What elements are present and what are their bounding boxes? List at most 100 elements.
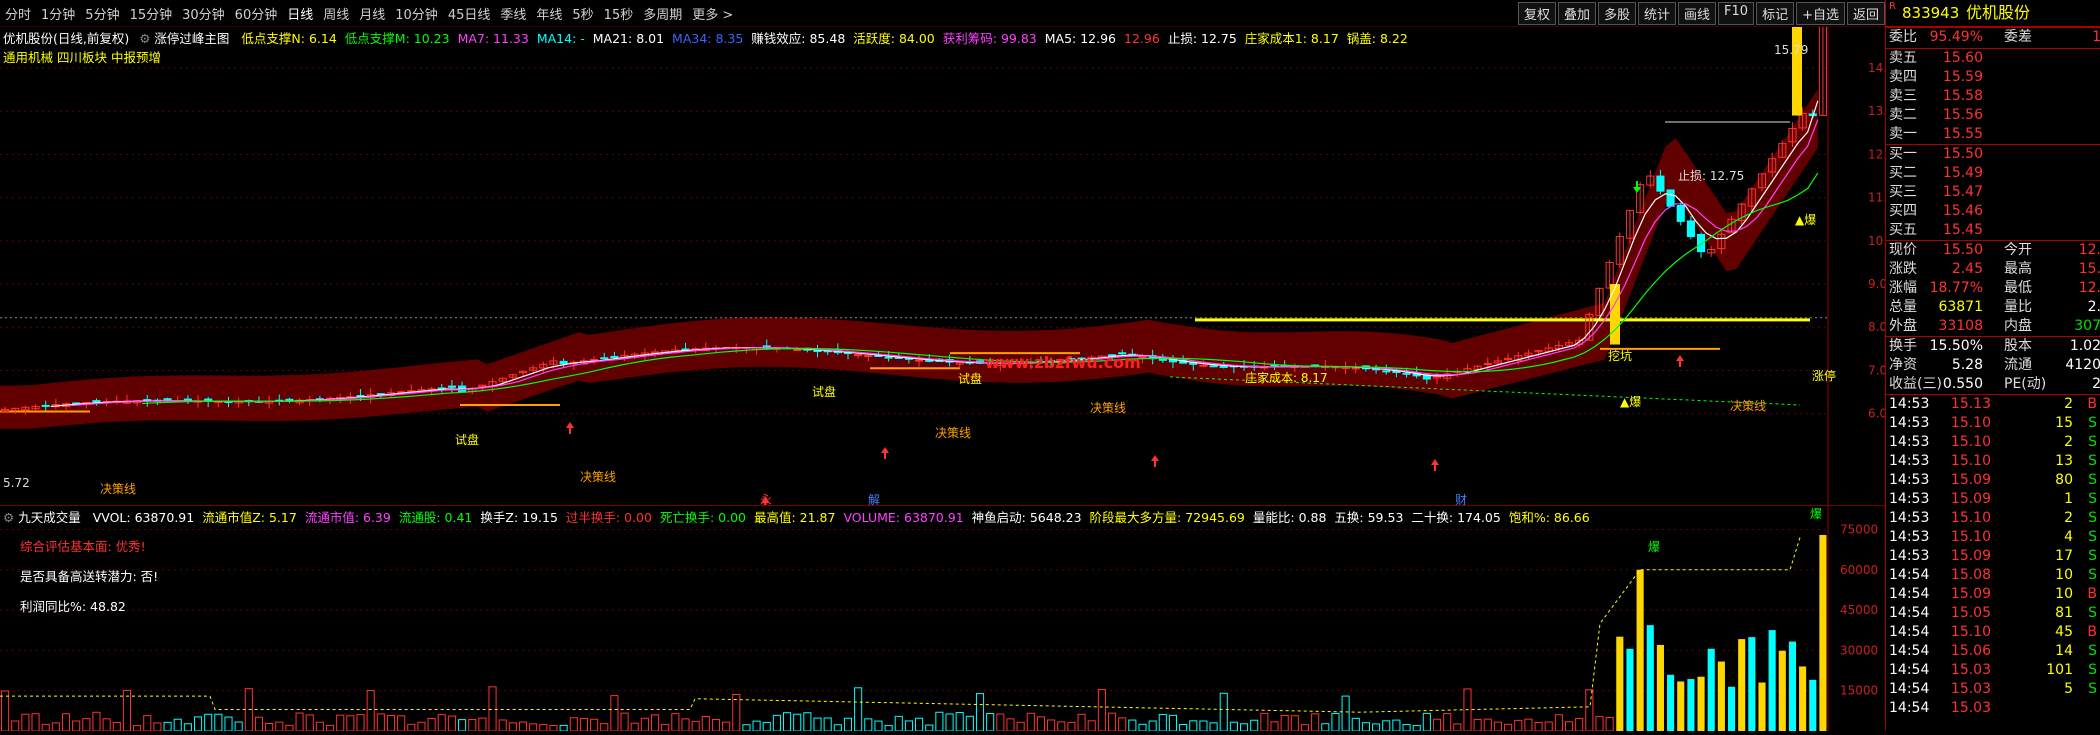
tick-dir: S <box>2088 434 2097 450</box>
stat-v2: 2 <box>2092 376 2100 392</box>
stat-l2: 股本 <box>2004 338 2032 354</box>
burst-label: 爆 <box>1648 540 1660 554</box>
period-tab[interactable]: 周线 <box>318 4 354 23</box>
tick-row: 14:54 15.03 5 S <box>1886 680 2100 699</box>
candle-body <box>813 350 822 353</box>
volume-bar <box>1677 681 1685 731</box>
volume-bar <box>1 690 10 732</box>
y-tick-label: 12.00 <box>1868 147 1885 161</box>
tick-dir: S <box>2088 529 2097 545</box>
period-tab[interactable]: 分时 <box>0 4 36 23</box>
volume-bar <box>1250 719 1259 732</box>
volume-indicator-value: 阶段最大多方量: 72945.69 <box>1089 510 1245 525</box>
volume-bar <box>701 716 710 732</box>
level-price: 15.47 <box>1942 184 1983 200</box>
period-tab[interactable]: 年线 <box>531 4 567 23</box>
indicator-value: MA14: - <box>536 31 585 46</box>
indicator-value: 活跃度: 84.00 <box>853 31 935 46</box>
level-price: 15.59 <box>1942 69 1983 85</box>
tick-time: 14:54 <box>1889 586 1930 602</box>
tick-time: 14:54 <box>1889 624 1930 640</box>
formula-name[interactable]: 涨停过峰主图 <box>154 31 229 46</box>
volume-indicator-value: VVOL: 63870.91 <box>92 510 195 525</box>
stat-l2: 量比 <box>2004 299 2032 315</box>
r-badge: R <box>1889 1 1896 12</box>
fundamental-note: 综合评估基本面: 优秀! <box>20 539 146 554</box>
stat-l1: 净资 <box>1889 357 1917 373</box>
candle-body <box>1483 363 1492 366</box>
volume-indicator-chart[interactable]: 75000 60000 45000 30000 15000 爆爆 ⚙ 九天成交量 VVOL… <box>0 505 1885 732</box>
candle-body <box>1656 175 1665 192</box>
weibi-row: 委比 95.49% 委差 1 <box>1886 27 2100 48</box>
toolbar-button[interactable]: 画线 <box>1678 2 1717 25</box>
volume-bar <box>386 714 396 732</box>
volume-bar <box>488 686 497 732</box>
candlestick-chart[interactable]: 14.00 13.00 12.00 11.00 10.00 9.00 8.00 7.00 6.0… <box>0 0 1902 509</box>
volume-y-tick: 75000 <box>1840 522 1878 536</box>
tick-time: 14:54 <box>1889 643 1930 659</box>
toolbar-button[interactable]: 复权 <box>1517 2 1556 25</box>
tick-price: 15.10 <box>1950 624 1991 640</box>
volume-bar <box>1626 648 1634 731</box>
toolbar-button[interactable]: 叠加 <box>1557 2 1596 25</box>
trial-label: 试盘 <box>812 384 836 399</box>
period-tab[interactable]: 1分钟 <box>36 4 80 23</box>
volume-bar <box>904 720 913 732</box>
volume-bar <box>1727 686 1736 731</box>
quote-panel: R 833943 优机股份 委比 95.49% 委差 1 卖五 15.60 卖四 15… <box>1885 0 2100 730</box>
volume-bar <box>1341 695 1350 732</box>
period-tab[interactable]: 5分钟 <box>80 4 124 23</box>
period-tab[interactable]: 45日线 <box>443 4 496 23</box>
stat-v2: 12. <box>2078 242 2100 258</box>
tick-vol: 10 <box>2055 586 2073 602</box>
toolbar-button[interactable]: 统计 <box>1638 2 1677 25</box>
tick-row: 14:53 15.10 13 S <box>1886 452 2100 471</box>
period-tab[interactable]: 15分钟 <box>125 4 178 23</box>
formula-gear-icon[interactable]: ⚙ <box>139 31 150 46</box>
period-toolbar: 分时 1分钟 5分钟 15分钟 30分钟 60分钟 日线 周线 月线 10分钟 45日线 季线 年线 5秒… <box>0 0 1885 27</box>
volume-bar <box>1585 689 1594 732</box>
volume-bar <box>549 725 558 732</box>
tick-row: 14:54 15.09 10 B <box>1886 585 2100 604</box>
ask-book: 卖五 15.60 卖四 15.59 卖三 15.58 卖二 15.56 卖一 15.55 <box>1886 48 2100 144</box>
level-label: 买五 <box>1889 222 1917 238</box>
toolbar-button[interactable]: F10 <box>1718 2 1755 25</box>
period-tab[interactable]: 季线 <box>495 4 531 23</box>
toolbar-button[interactable]: 多股 <box>1597 2 1636 25</box>
period-tab[interactable]: 多周期 <box>638 4 687 23</box>
tick-list[interactable]: 14:53 15.13 2 B 14:53 15.10 15 S 14:53 15.10 2 S 14:… <box>1886 394 2100 718</box>
tick-row: 14:53 15.10 4 S <box>1886 528 2100 547</box>
indicator-gear-icon[interactable]: ⚙ <box>3 510 14 525</box>
stat-l2: 内盘 <box>2004 318 2032 334</box>
toolbar-button[interactable]: 标记 <box>1756 2 1795 25</box>
order-book-row: 买五 15.45 <box>1886 221 2100 240</box>
volume-bar <box>1616 636 1624 731</box>
tick-time: 14:53 <box>1889 491 1930 507</box>
period-tab[interactable]: 更多 > <box>687 4 738 23</box>
indicator-title[interactable]: 九天成交量 <box>18 510 81 525</box>
period-tab[interactable]: 10分钟 <box>390 4 443 23</box>
toolbar-button[interactable]: 返回 <box>1846 2 1885 25</box>
tick-price: 15.10 <box>1950 510 1991 526</box>
volume-bar <box>1402 724 1411 732</box>
volume-bar <box>1687 679 1695 731</box>
tick-time: 14:54 <box>1889 662 1930 678</box>
toolbar-button[interactable]: +自选 <box>1796 2 1845 25</box>
period-tab[interactable]: 日线 <box>282 4 318 23</box>
period-tab[interactable]: 5秒 <box>567 4 598 23</box>
candle-body <box>590 358 599 361</box>
period-tab[interactable]: 60分钟 <box>230 4 283 23</box>
tick-time: 14:53 <box>1889 548 1930 564</box>
tick-dir: S <box>2088 567 2097 583</box>
volume-bar <box>661 723 670 732</box>
volume-bar <box>193 716 203 732</box>
stat-v2: 4120 <box>2065 357 2100 373</box>
volume-bar <box>681 718 690 732</box>
period-tab[interactable]: 30分钟 <box>177 4 230 23</box>
tick-vol: 81 <box>2055 605 2073 621</box>
y-tick-label: 7.00 <box>1868 363 1885 377</box>
period-tab[interactable]: 月线 <box>354 4 390 23</box>
tick-vol: 10 <box>2055 567 2073 583</box>
period-tab[interactable]: 15秒 <box>599 4 639 23</box>
tick-row: 14:53 15.09 1 S <box>1886 490 2100 509</box>
